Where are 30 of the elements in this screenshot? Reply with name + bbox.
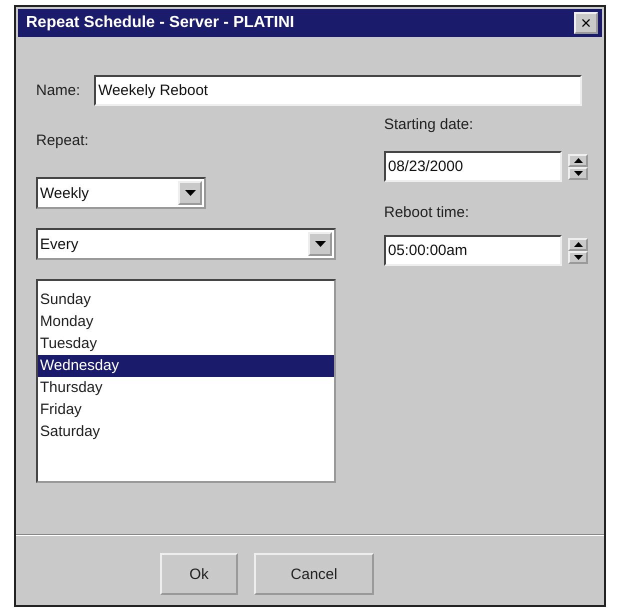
increment-button[interactable] [568,238,588,250]
mode-dropdown[interactable]: Every [36,228,336,260]
starting-date-label: Starting date: [384,116,474,133]
frequency-dropdown[interactable]: Weekly [36,177,206,209]
down-arrow-icon [184,190,196,196]
down-arrow-icon [574,170,582,176]
list-item[interactable]: Wednesday [38,355,334,377]
dialog-button[interactable]: Cancel [254,553,374,595]
close-button[interactable]: × [574,12,598,34]
repeat-label: Repeat: [36,132,90,149]
window-title: Repeat Schedule - Server - PLATINI [26,14,294,32]
up-arrow-icon [574,242,582,246]
reboot-time-label: Reboot time: [384,204,470,221]
up-arrow-icon [574,158,582,162]
list-item[interactable]: Monday [38,311,334,333]
decrement-button[interactable] [568,250,588,264]
spin-field[interactable]: 05:00:00am [384,235,562,266]
name-field[interactable]: Weekely Reboot [94,75,582,106]
list-item[interactable]: Saturday [38,421,334,443]
spin-field[interactable]: 08/23/2000 [384,151,562,182]
list-item[interactable]: Thursday [38,377,334,399]
down-arrow-icon [574,254,582,260]
list-item[interactable]: Sunday [38,289,334,311]
list-item[interactable]: Tuesday [38,333,334,355]
increment-button[interactable] [568,154,588,166]
list-item[interactable]: Friday [38,399,334,421]
down-arrow-icon [314,241,326,247]
name-label: Name: [36,82,80,99]
dialog-button[interactable]: Ok [160,553,238,595]
decrement-button[interactable] [568,166,588,180]
